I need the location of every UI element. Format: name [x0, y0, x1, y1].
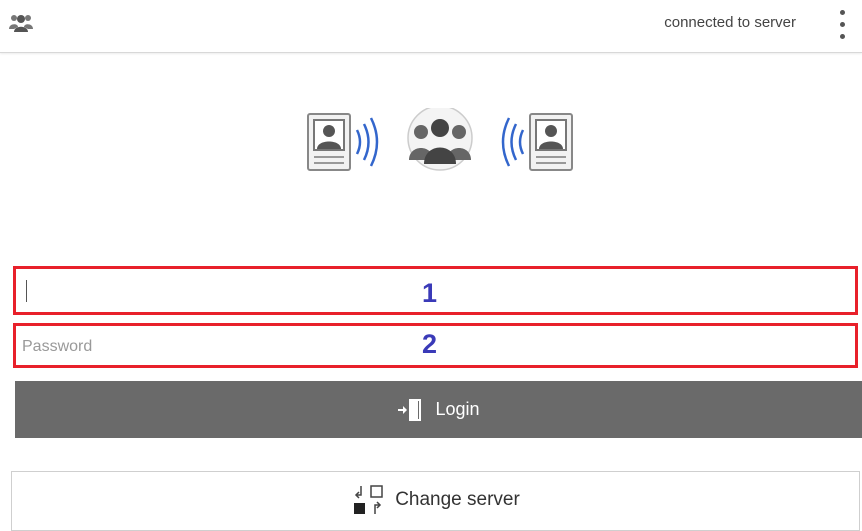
group-people-icon [9, 15, 33, 32]
contact-card-icon [307, 113, 351, 171]
change-server-button[interactable]: Change server [11, 471, 860, 531]
field-marker-2: 2 [422, 329, 438, 359]
top-bar: connected to server [0, 0, 862, 53]
field-marker-1: 1 [422, 278, 438, 308]
login-button-label: Login [435, 399, 480, 419]
connection-status: connected to server [664, 14, 796, 31]
password-field-highlight: 2 [13, 323, 858, 368]
login-button[interactable]: Login [15, 381, 862, 438]
signal-waves-icon [355, 117, 379, 167]
group-people-icon [407, 108, 473, 171]
username-field-highlight: 1 [13, 266, 858, 315]
overflow-menu-icon[interactable] [832, 8, 852, 42]
app-logo-illustration [307, 108, 573, 171]
switch-server-icon [354, 485, 383, 514]
text-caret [26, 280, 27, 302]
contact-card-icon [529, 113, 573, 171]
signal-waves-icon [501, 117, 525, 167]
sign-in-door-icon [398, 398, 422, 421]
change-server-button-label: Change server [395, 489, 520, 510]
